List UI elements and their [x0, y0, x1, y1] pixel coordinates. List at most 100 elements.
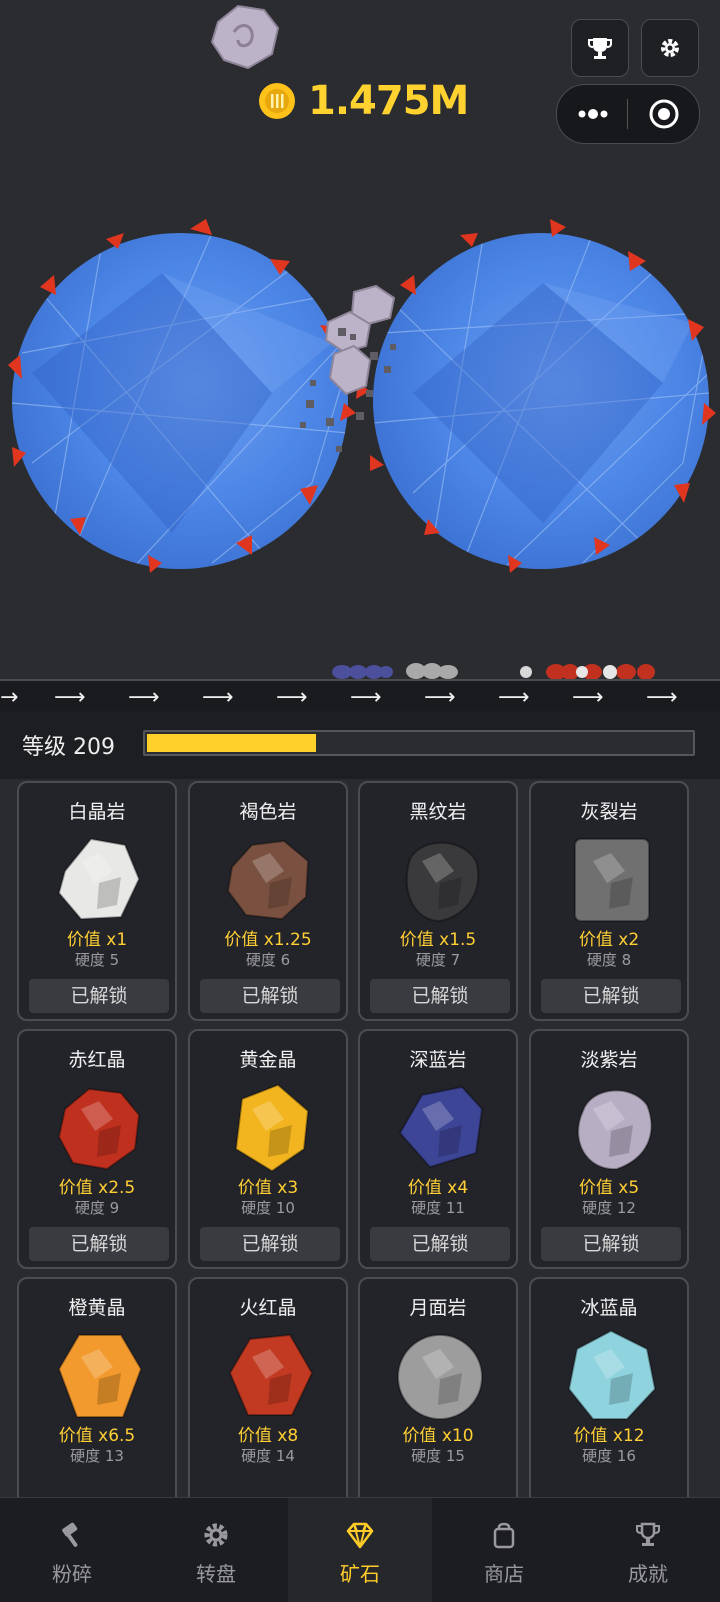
ore-card[interactable]: 黑纹岩价值 x1.5 硬度 7 已解锁	[358, 781, 518, 1021]
nav-tab[interactable]: 转盘	[144, 1498, 288, 1602]
ore-value: 价值 x5	[578, 1178, 640, 1198]
ore-card[interactable]: 褐色岩价值 x1.25 硬度 6 已解锁	[188, 781, 348, 1021]
arrow-right-icon: ⟶	[572, 685, 604, 710]
ore-card[interactable]: 黄金晶价值 x3 硬度 10 已解锁	[188, 1029, 348, 1269]
nav-tab[interactable]: 商店	[432, 1498, 576, 1602]
settings-button[interactable]	[641, 19, 699, 77]
arrow-right-icon: ⟶	[202, 685, 234, 710]
ore-card[interactable]: 白晶岩 价值 x1 硬度 5 已解锁	[17, 781, 177, 1021]
level-progress-fill	[147, 734, 316, 752]
ore-gem-icon	[51, 831, 147, 927]
ore-value: 价值 x2	[578, 930, 640, 950]
coin-amount: 1.475M	[308, 78, 469, 124]
ore-hardness: 硬度 6	[245, 951, 291, 969]
unlocked-button[interactable]: 已解锁	[541, 1227, 681, 1261]
ore-name: 褐色岩	[239, 801, 297, 823]
gear-icon	[661, 39, 679, 57]
crushing-rocks	[300, 284, 396, 452]
target-icon[interactable]	[648, 98, 680, 130]
arrow-right-icon: ⟶	[646, 685, 678, 710]
hammer-icon	[57, 1520, 87, 1550]
ore-card[interactable]: 月面岩价值 x10 硬度 15	[358, 1277, 518, 1517]
nav-tab[interactable]: 粉碎	[0, 1498, 144, 1602]
nav-tab-label: 商店	[484, 1562, 524, 1586]
unlocked-button[interactable]: 已解锁	[29, 979, 169, 1013]
ore-name: 橙黄晶	[68, 1297, 126, 1319]
ore-card[interactable]: 火红晶 价值 x8 硬度 14	[188, 1277, 348, 1517]
mini-program-capsule	[556, 84, 700, 144]
conveyor-belt: → ⟶ ⟶ ⟶ ⟶ ⟶ ⟶ ⟶ ⟶ ⟶	[0, 679, 720, 713]
ore-value: 价值 x1.5	[399, 930, 477, 950]
ore-hardness: 硬度 15	[411, 1447, 465, 1465]
unlocked-button[interactable]: 已解锁	[29, 1227, 169, 1261]
ore-name: 淡紫岩	[580, 1049, 638, 1071]
ore-name: 黄金晶	[239, 1049, 297, 1071]
ore-hardness: 硬度 13	[70, 1447, 124, 1465]
diamond-icon	[345, 1520, 375, 1550]
ore-card[interactable]: 淡紫岩 价值 x5 硬度 12 已解锁	[529, 1029, 689, 1269]
arrow-right-icon: ⟶	[498, 685, 530, 710]
arrow-right-icon: ⟶	[350, 685, 382, 710]
arrow-right-icon: ⟶	[54, 685, 86, 710]
ore-gem-icon	[563, 831, 659, 927]
arrow-right-icon: →	[0, 685, 19, 710]
ore-gem-icon	[222, 1079, 318, 1175]
ore-value: 价值 x1.25	[224, 930, 312, 950]
unlocked-button[interactable]: 已解锁	[370, 979, 510, 1013]
arrow-right-icon: ⟶	[424, 685, 456, 710]
unlocked-button[interactable]: 已解锁	[200, 1227, 340, 1261]
conveyor-ores	[332, 663, 655, 680]
ore-name: 白晶岩	[68, 801, 126, 823]
ore-hardness: 硬度 10	[241, 1199, 295, 1217]
nav-tab-label: 转盘	[196, 1562, 236, 1586]
unlocked-button[interactable]: 已解锁	[370, 1227, 510, 1261]
ore-card[interactable]: 深蓝岩 价值 x4 硬度 11 已解锁	[358, 1029, 518, 1269]
ore-hardness: 硬度 7	[415, 951, 461, 969]
nav-tab-label: 粉碎	[52, 1562, 92, 1586]
bag-icon	[489, 1520, 519, 1550]
ore-card[interactable]: 橙黄晶 价值 x6.5 硬度 13	[17, 1277, 177, 1517]
bottom-nav: 粉碎 转盘 矿石 商店 成就	[0, 1497, 720, 1602]
ore-name: 月面岩	[409, 1297, 467, 1319]
nav-tab-label: 矿石	[340, 1562, 380, 1586]
ore-value: 价值 x4	[407, 1178, 469, 1198]
ore-value: 价值 x2.5	[58, 1178, 136, 1198]
ore-hardness: 硬度 8	[586, 951, 632, 969]
level-progress-bar	[143, 730, 695, 756]
arrow-right-icon: ⟶	[276, 685, 308, 710]
ore-gem-icon	[563, 1327, 659, 1423]
ore-name: 深蓝岩	[409, 1049, 467, 1071]
nav-tab[interactable]: 成就	[576, 1498, 720, 1602]
ore-name: 黑纹岩	[409, 801, 467, 823]
ore-value: 价值 x12	[573, 1426, 645, 1446]
ore-card[interactable]: 冰蓝晶 价值 x12 硬度 16	[529, 1277, 689, 1517]
achievements-button[interactable]	[571, 19, 629, 77]
ore-gem-icon	[222, 831, 318, 927]
unlocked-button[interactable]: 已解锁	[541, 979, 681, 1013]
ore-hardness: 硬度 16	[582, 1447, 636, 1465]
ore-name: 灰裂岩	[580, 801, 638, 823]
ore-gem-icon	[222, 1327, 318, 1423]
trophy-icon	[588, 38, 612, 59]
gear-icon	[201, 1520, 231, 1550]
coin-balance: 1.475M	[258, 78, 469, 124]
ore-gem-icon	[51, 1327, 147, 1423]
ore-card[interactable]: 赤红晶 价值 x2.5 硬度 9 已解锁	[17, 1029, 177, 1269]
ore-gem-icon	[392, 1079, 488, 1175]
nav-tab[interactable]: 矿石	[288, 1498, 432, 1602]
ore-hardness: 硬度 5	[74, 951, 120, 969]
trophy-icon	[633, 1520, 663, 1550]
level-label: 等级 209	[22, 735, 115, 760]
ore-value: 价值 x3	[237, 1178, 299, 1198]
ore-card[interactable]: 灰裂岩价值 x2 硬度 8 已解锁	[529, 781, 689, 1021]
ore-gem-icon	[51, 1079, 147, 1175]
unlocked-button[interactable]: 已解锁	[200, 979, 340, 1013]
falling-rock	[210, 4, 280, 70]
ore-gem-icon	[392, 831, 488, 927]
more-dots-icon[interactable]	[577, 104, 609, 124]
ore-hardness: 硬度 9	[74, 1199, 120, 1217]
nav-tab-label: 成就	[628, 1562, 668, 1586]
ore-value: 价值 x8	[237, 1426, 299, 1446]
ore-value: 价值 x10	[402, 1426, 474, 1446]
ore-hardness: 硬度 14	[241, 1447, 295, 1465]
